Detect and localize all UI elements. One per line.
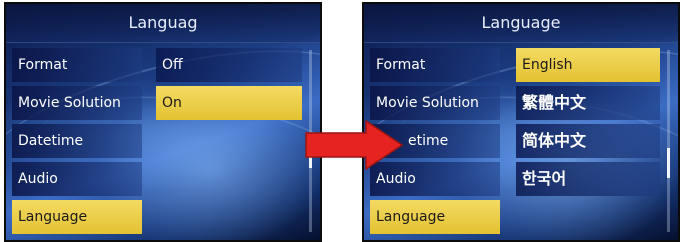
menu-item-language[interactable]: Language: [370, 200, 500, 234]
menu-item-format[interactable]: Format: [370, 48, 500, 82]
option-off[interactable]: Off: [156, 48, 302, 82]
menu-item-audio[interactable]: Audio: [12, 162, 142, 196]
menu-item-movie-solution[interactable]: Movie Solution: [370, 86, 500, 120]
option-list: Off On: [156, 48, 302, 124]
scrollbar[interactable]: [667, 50, 670, 232]
menu-item-format[interactable]: Format: [12, 48, 142, 82]
option-traditional-chinese[interactable]: 繁體中文: [516, 86, 660, 120]
screen-after: Language Format Movie Solution etime Aud…: [362, 2, 680, 242]
screen-title: Language: [364, 4, 678, 43]
settings-menu: Format Movie Solution Datetime Audio Lan…: [12, 48, 142, 238]
transition-arrow-icon: [305, 120, 404, 170]
screen-before: Languag Format Movie Solution Datetime A…: [4, 2, 322, 242]
option-korean[interactable]: 한국어: [516, 162, 660, 196]
option-on[interactable]: On: [156, 86, 302, 120]
option-english[interactable]: English: [516, 48, 660, 82]
scrollbar-thumb[interactable]: [667, 148, 670, 178]
screen-title: Languag: [6, 4, 320, 43]
menu-item-datetime[interactable]: Datetime: [12, 124, 142, 158]
option-simplified-chinese[interactable]: 简体中文: [516, 124, 660, 158]
menu-item-language[interactable]: Language: [12, 200, 142, 234]
language-option-list: English 繁體中文 简体中文 한국어: [516, 48, 660, 200]
menu-item-movie-solution[interactable]: Movie Solution: [12, 86, 142, 120]
